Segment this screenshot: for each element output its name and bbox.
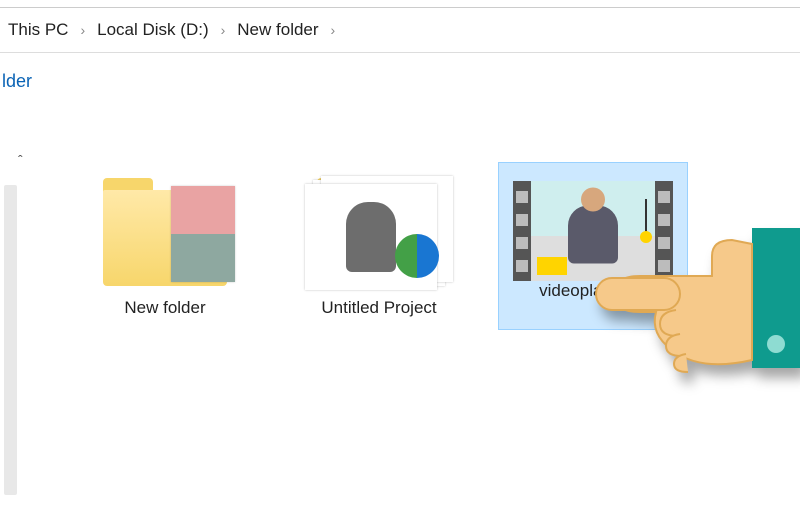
folder-icon [309, 170, 449, 290]
file-item-folder[interactable]: New folder [70, 162, 260, 330]
vertical-scrollbar[interactable] [4, 185, 17, 495]
breadcrumb-item-new-folder[interactable]: New folder [233, 18, 322, 42]
video-thumbnail-icon [513, 181, 673, 281]
chevron-right-icon: › [325, 22, 342, 38]
file-item-video-selected[interactable]: videoplayback [498, 162, 688, 330]
file-label: New folder [124, 298, 205, 318]
file-label: videoplayback [539, 281, 647, 301]
collapse-panel-icon[interactable]: ˆ [18, 152, 23, 168]
file-label: Untitled Project [321, 298, 436, 318]
chevron-right-icon: › [215, 22, 232, 38]
breadcrumb-item-local-disk-d[interactable]: Local Disk (D:) [93, 18, 212, 42]
file-item-folder[interactable]: Untitled Project [284, 162, 474, 330]
window-top-border [0, 0, 800, 8]
toolbar-label-partial[interactable]: lder [2, 71, 32, 91]
breadcrumb[interactable]: This PC › Local Disk (D:) › New folder › [0, 8, 800, 53]
film-strip-icon [513, 181, 531, 281]
toolbar-fragment: lder [0, 53, 800, 102]
chevron-right-icon: › [74, 22, 91, 38]
folder-icon [95, 170, 235, 290]
file-list: New folder Untitled Project [40, 150, 800, 342]
breadcrumb-item-this-pc[interactable]: This PC [4, 18, 72, 42]
film-strip-icon [655, 181, 673, 281]
